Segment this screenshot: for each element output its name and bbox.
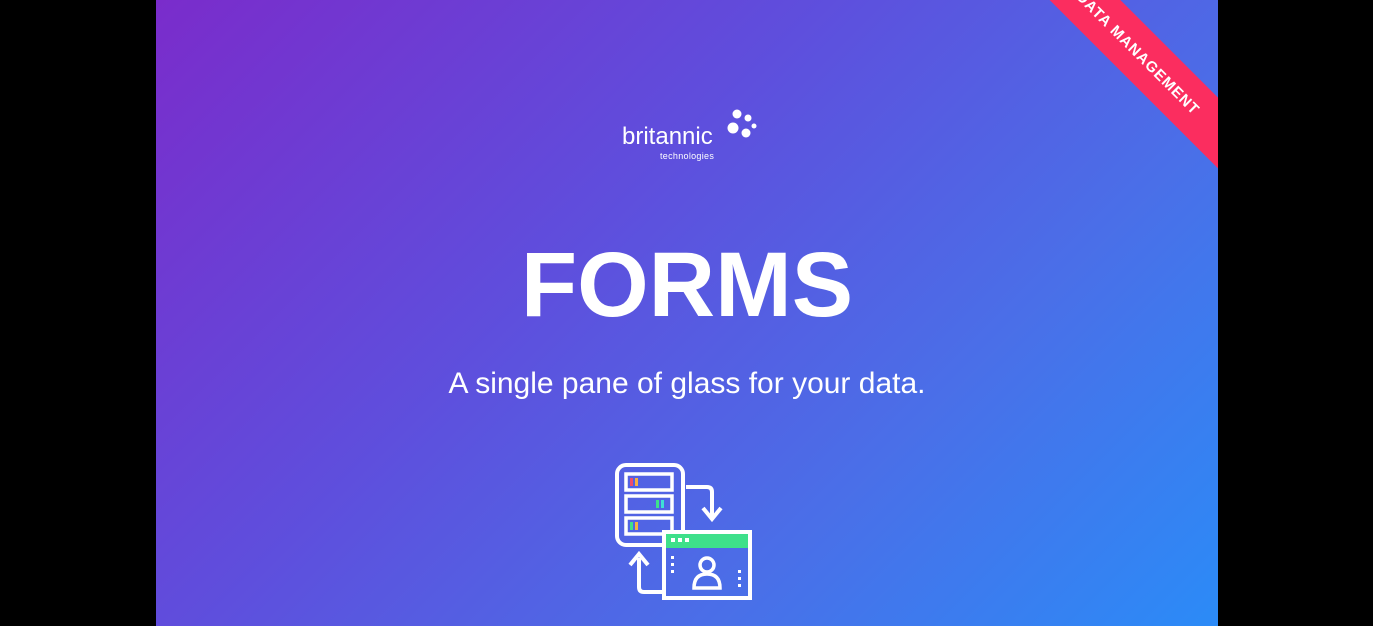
ribbon-label: DATA MANAGEMENT <box>1072 0 1204 119</box>
company-logo: britannic technologies <box>622 105 762 167</box>
left-letterbox <box>0 0 156 626</box>
data-transfer-forms-icon <box>615 463 752 600</box>
page-title: FORMS <box>520 234 854 336</box>
hero-banner: DATA MANAGEMENT britannic technologies F… <box>156 0 1218 626</box>
page-subtitle: A single pane of glass for your data. <box>448 367 926 400</box>
bubbles-icon <box>727 109 757 138</box>
logo-wordmark: britannic <box>622 123 713 150</box>
right-letterbox <box>1218 0 1373 626</box>
corner-ribbon: DATA MANAGEMENT <box>1000 0 1218 191</box>
logo-tagline: technologies <box>660 151 715 161</box>
